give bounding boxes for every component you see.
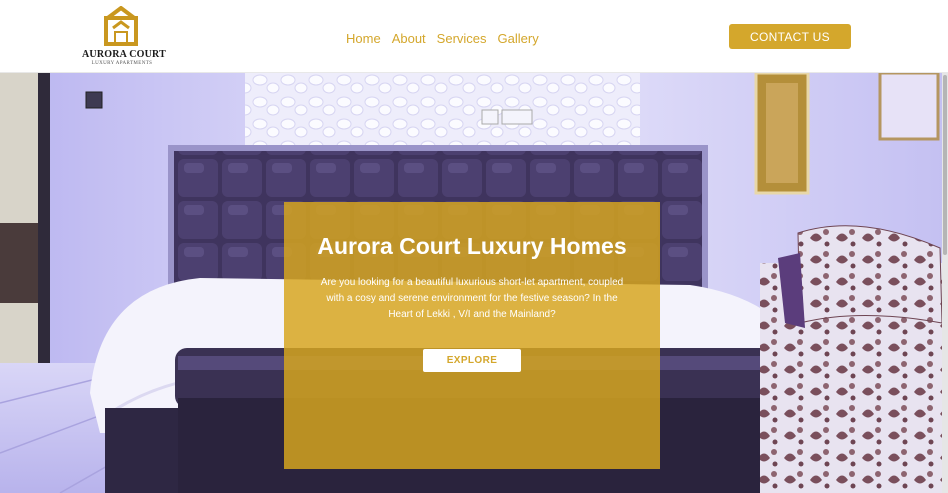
house-logo-icon xyxy=(104,6,138,46)
nav-item-gallery[interactable]: Gallery xyxy=(498,31,539,46)
site-header: AURORA COURT LUXURY APARTMENTS Home Abou… xyxy=(0,0,948,73)
brand-tagline: LUXURY APARTMENTS xyxy=(91,61,153,66)
nav-item-services[interactable]: Services xyxy=(437,31,487,46)
scrollbar-thumb[interactable] xyxy=(943,75,947,255)
main-nav: Home About Services Gallery xyxy=(346,31,539,46)
hero-banner: Aurora Court Luxury Homes Are you lookin… xyxy=(0,73,948,493)
hero-overlay-card: Aurora Court Luxury Homes Are you lookin… xyxy=(284,202,660,469)
brand-name: AURORA COURT xyxy=(82,49,166,60)
hero-title: Aurora Court Luxury Homes xyxy=(317,233,627,259)
nav-item-about[interactable]: About xyxy=(392,31,426,46)
brand-logo[interactable]: AURORA COURT LUXURY APARTMENTS xyxy=(82,6,166,68)
page-scrollbar[interactable] xyxy=(942,73,948,493)
explore-button[interactable]: EXPLORE xyxy=(423,349,521,372)
nav-item-home[interactable]: Home xyxy=(346,31,381,46)
hero-description: Are you looking for a beautiful luxuriou… xyxy=(320,277,624,320)
contact-us-button[interactable]: CONTACT US xyxy=(729,24,851,49)
